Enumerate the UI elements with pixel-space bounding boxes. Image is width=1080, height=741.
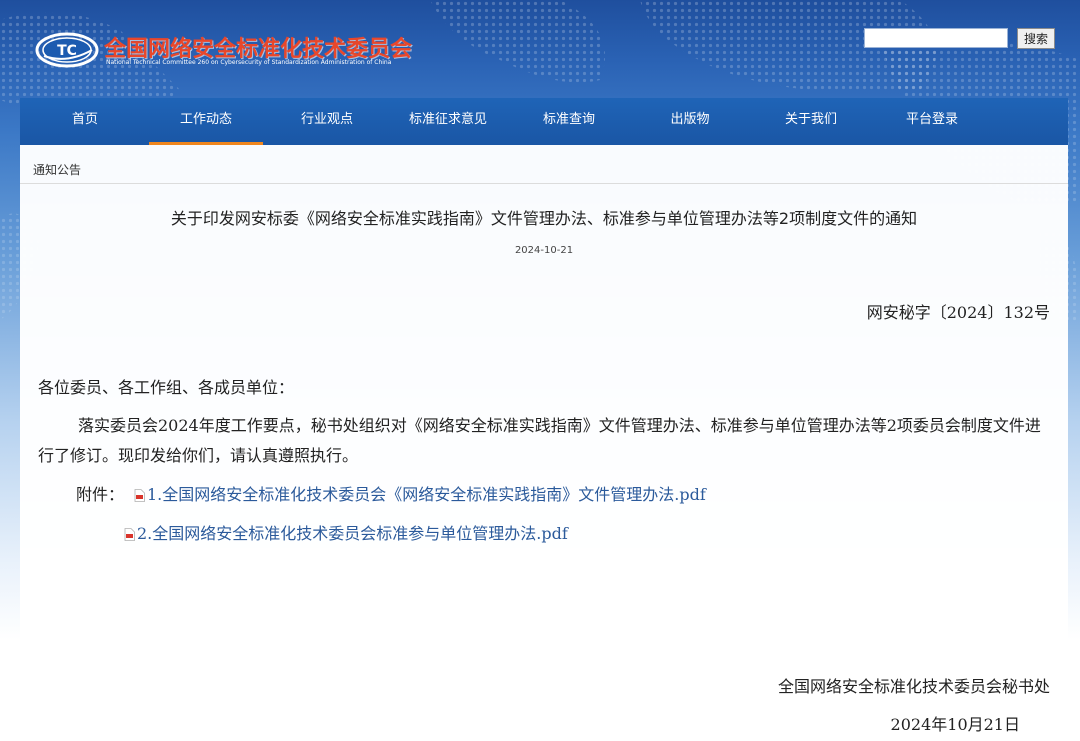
signature-date: 2024年10月21日	[890, 715, 1020, 734]
logo-text: TC	[57, 43, 77, 59]
attachment-label-2: 2.全国网络安全标准化技术委员会标准参与单位管理办法.pdf	[137, 524, 568, 543]
body-paragraph: 落实委员会2024年度工作要点，秘书处组织对《网络安全标准实践指南》文件管理办法…	[38, 416, 1041, 465]
salutation: 各位委员、各工作组、各成员单位：	[38, 378, 295, 397]
nav-item-home[interactable]: 首页	[28, 98, 142, 145]
nav-item-publications[interactable]: 出版物	[633, 98, 747, 145]
content-panel: 通知公告 关于印发网安标委《网络安全标准实践指南》文件管理办法、标准参与单位管理…	[20, 145, 1068, 741]
pdf-icon	[124, 527, 135, 541]
search-input[interactable]	[864, 28, 1008, 48]
nav-item-industry-views[interactable]: 行业观点	[270, 98, 384, 145]
tc-logo[interactable]: TC	[34, 30, 100, 70]
breadcrumb[interactable]: 通知公告	[33, 161, 81, 178]
article-date: 2024-10-21	[514, 245, 574, 256]
document-number: 网安秘字〔2024〕132号	[866, 303, 1050, 322]
nav-item-standards-query[interactable]: 标准查询	[512, 98, 626, 145]
site-header: TC 全国网络安全标准化技术委员会 National Technical Com…	[0, 0, 1080, 98]
nav-item-standards-comments[interactable]: 标准征求意见	[391, 98, 505, 145]
attachment-link-1[interactable]: 1.全国网络安全标准化技术委员会《网络安全标准实践指南》文件管理办法.pdf	[134, 481, 706, 505]
attachments-label: 附件：	[76, 485, 125, 504]
main-nav: 首页 工作动态 行业观点 标准征求意见 标准查询 出版物 关于我们 平台登录	[20, 98, 1068, 145]
attachment-link-2[interactable]: 2.全国网络安全标准化技术委员会标准参与单位管理办法.pdf	[124, 520, 568, 544]
search-button[interactable]: 搜索	[1017, 28, 1055, 49]
nav-item-work-news[interactable]: 工作动态	[149, 98, 263, 145]
article-title: 关于印发网安标委《网络安全标准实践指南》文件管理办法、标准参与单位管理办法等2项…	[170, 209, 918, 228]
pdf-icon	[134, 488, 145, 502]
signature: 全国网络安全标准化技术委员会秘书处	[777, 677, 1050, 696]
nav-item-platform-login[interactable]: 平台登录	[875, 98, 989, 145]
attachment-label-1: 1.全国网络安全标准化技术委员会《网络安全标准实践指南》文件管理办法.pdf	[147, 485, 706, 504]
site-subtitle: National Technical Committee 260 on Cybe…	[106, 59, 392, 66]
breadcrumb-bar: 通知公告	[20, 145, 1068, 184]
nav-item-about-us[interactable]: 关于我们	[754, 98, 868, 145]
